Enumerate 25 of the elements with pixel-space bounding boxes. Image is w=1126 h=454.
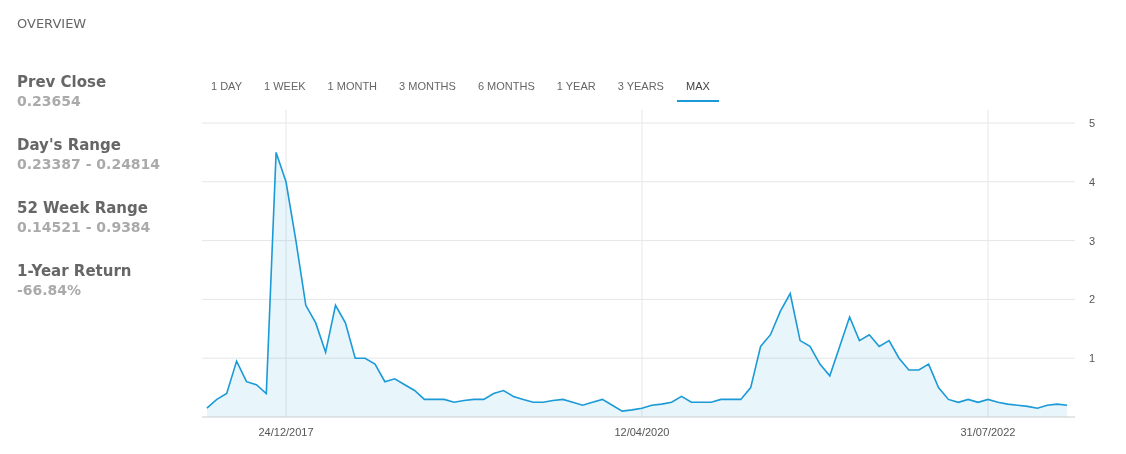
range-tab[interactable]: MAX: [676, 74, 719, 102]
x-tick-label: 12/04/2020: [614, 426, 670, 438]
y-tick-label: 5: [1089, 117, 1096, 129]
x-tick-label: 31/07/2022: [960, 426, 1016, 438]
stat-label: Day's Range: [17, 136, 122, 154]
range-tab[interactable]: 1 YEAR: [547, 74, 605, 102]
range-tab[interactable]: 1 DAY: [202, 74, 251, 102]
stat-label: 1-Year Return: [17, 262, 133, 280]
range-tab[interactable]: 6 MONTHS: [468, 74, 544, 102]
y-tick-label: 1: [1089, 352, 1096, 365]
range-tab[interactable]: 3 MONTHS: [390, 74, 465, 102]
stat-label: 52 Week Range: [17, 199, 149, 217]
stat-value: 0.14521 - 0.9384: [17, 219, 152, 235]
stat-value: -66.84%: [17, 282, 83, 298]
range-tab[interactable]: 3 YEARS: [608, 74, 673, 102]
y-tick-label: 4: [1089, 175, 1096, 188]
y-tick-label: 3: [1089, 234, 1096, 247]
stat-label: Prev Close: [17, 73, 108, 91]
section-title: OVERVIEW: [17, 16, 88, 31]
range-tab[interactable]: 1 WEEK: [255, 74, 315, 102]
x-tick-label: 24/12/2017: [258, 426, 314, 438]
y-tick-label: 2: [1089, 293, 1096, 306]
stat-value: 0.23387 - 0.24814: [17, 156, 162, 172]
stat-value: 0.23654: [17, 93, 82, 109]
range-tab[interactable]: 1 MONTH: [318, 74, 387, 102]
